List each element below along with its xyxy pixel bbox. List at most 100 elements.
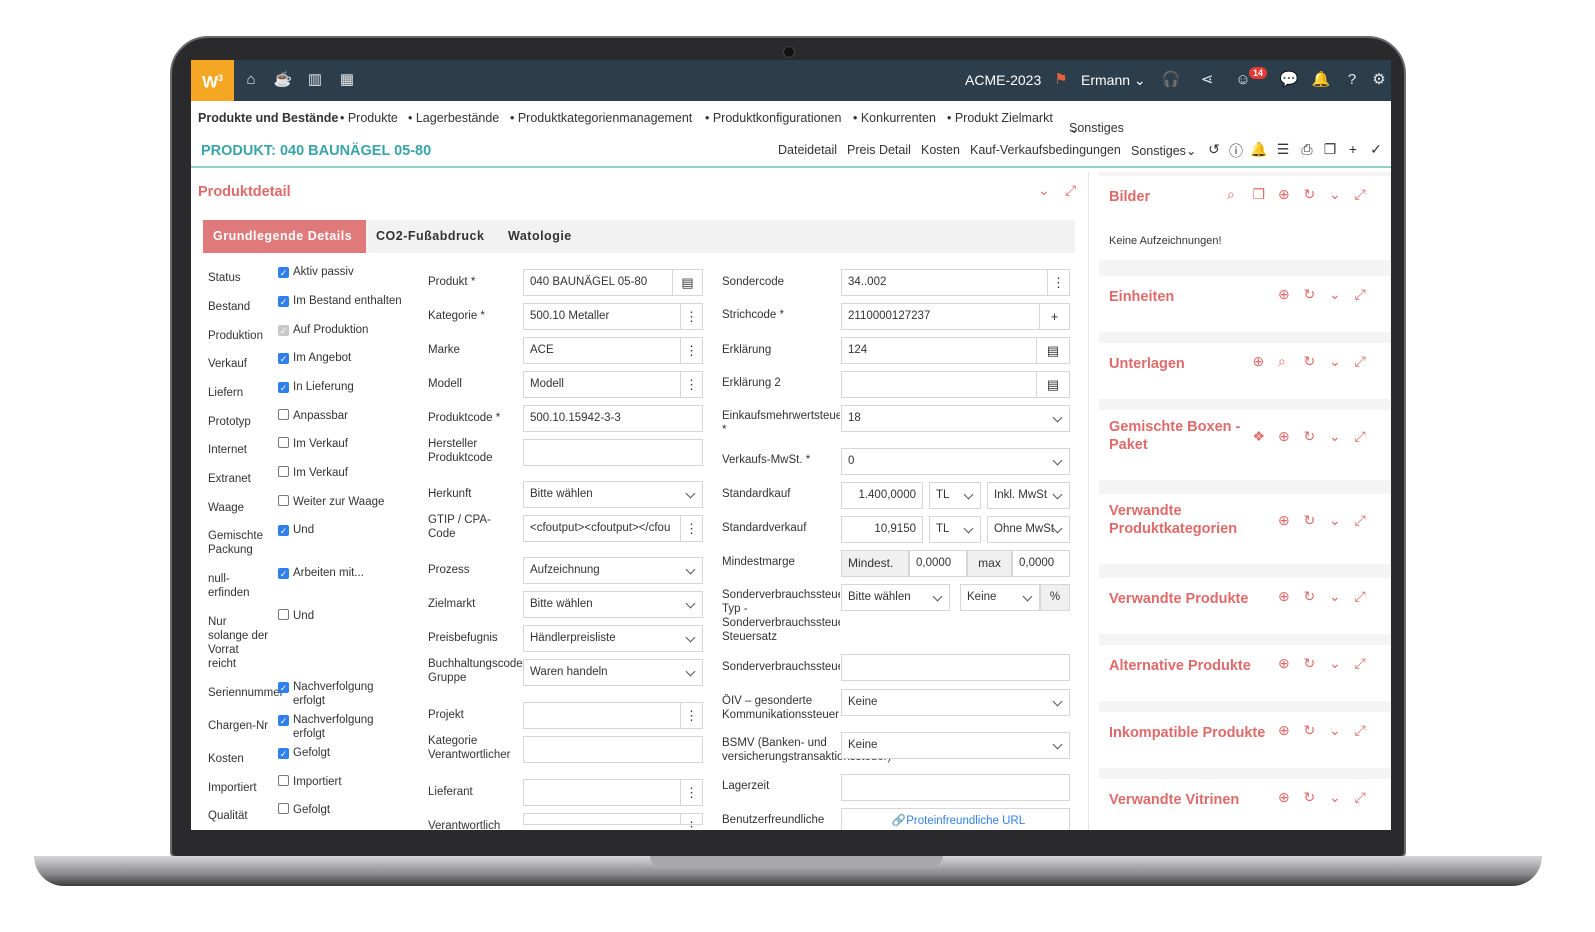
expand-icon[interactable]: ⤢ [1355,186,1366,203]
erklaerung-field[interactable]: 124 [841,337,1037,364]
expand-icon[interactable]: ⤢ [1355,428,1366,445]
add-circle-icon[interactable]: ⊕ [1278,512,1290,529]
dots-icon[interactable]: ⋮ [681,779,703,806]
flag-checkbox[interactable]: Und [278,523,314,537]
dots-icon[interactable]: ⋮ [681,371,703,398]
headset-icon[interactable]: 🎧 [1161,70,1181,90]
standardkauf-currency[interactable]: TL [929,482,981,509]
print-icon[interactable]: ⎙ [1298,141,1316,158]
plus-icon[interactable]: + [1040,303,1070,330]
flag-checkbox[interactable]: Weiter zur Waage [278,495,384,509]
dots-icon[interactable]: ⋮ [681,515,703,542]
field-input[interactable] [523,779,681,806]
add-circle-icon[interactable]: ⊕ [1278,655,1290,672]
dropbox-icon[interactable]: ❖ [1253,428,1266,445]
expand-icon[interactable]: ⤢ [1355,512,1366,529]
erklaerung2-field[interactable] [841,371,1037,398]
field-select[interactable]: Aufzeichnung [523,557,703,584]
expand-icon[interactable]: ⤢ [1355,722,1366,739]
nav-module[interactable]: Produkte und Bestände [198,111,338,125]
add-circle-icon[interactable]: ⊕ [1278,286,1290,303]
field-select[interactable]: Bitte wählen [523,481,703,508]
alarm-icon[interactable]: 🔔 [1250,141,1268,158]
standardverkauf-currency[interactable]: TL [929,516,981,543]
field-input[interactable]: 500.10.15942-3-3 [523,405,703,432]
flag-checkbox[interactable]: Anpassbar [278,409,348,423]
field-input[interactable]: ACE [523,337,681,364]
field-input[interactable]: 040 BAUNÄGEL 05-80 [523,269,673,296]
standardverkauf-field[interactable]: 10,9150 [841,516,923,543]
side-card-title[interactable]: Verwandte Produkte [1109,590,1248,608]
add-circle-icon[interactable]: ⊕ [1253,353,1265,370]
side-card-title[interactable]: Bilder [1109,188,1150,206]
flag-checkbox[interactable]: Gefolgt [278,803,330,817]
add-circle-icon[interactable]: ⊕ [1278,789,1290,806]
field-input[interactable]: <cfoutput><cfoutput></cfou [523,515,681,542]
collapse-icon[interactable]: ⌄ [1038,182,1050,199]
sonder-satz-select[interactable]: Keine [960,584,1040,611]
home-icon[interactable]: ⌂ [241,70,261,90]
link-sonstiges[interactable]: Sonstiges⌄ [1131,143,1196,158]
refresh-icon[interactable]: ↻ [1304,186,1316,203]
chat-icon[interactable]: 💬 [1279,70,1299,90]
field-input[interactable]: Modell [523,371,681,398]
sonder-typ-select[interactable]: Bitte wählen [841,584,950,611]
help-icon[interactable]: ? [1342,70,1362,90]
link-kosten[interactable]: Kosten [921,143,960,157]
side-card-title[interactable]: Gemischte Boxen - Paket [1109,418,1240,454]
friendly-url-field[interactable]: 🔗Proteinfreundliche URL [841,808,1070,830]
dots-icon[interactable]: ⋮ [681,813,703,830]
expand-icon[interactable]: ⤢ [1355,286,1366,303]
add-circle-icon[interactable]: ⊕ [1278,588,1290,605]
info-icon[interactable]: ⓘ [1227,141,1245,161]
collapse-icon[interactable]: ⌄ [1329,353,1341,370]
field-select[interactable]: Bitte wählen [523,591,703,618]
side-card-title[interactable]: Unterlagen [1109,355,1185,373]
nav-konkurrenten[interactable]: • Konkurrenten [853,111,936,125]
add-circle-icon[interactable]: ⊕ [1278,722,1290,739]
collapse-icon[interactable]: ⌄ [1329,588,1341,605]
flag-checkbox[interactable]: Im Angebot [278,351,351,365]
add-circle-icon[interactable]: ⊕ [1278,186,1290,203]
standardkauf-field[interactable]: 1.400,0000 [841,482,923,509]
field-select[interactable]: Händlerpreisliste [523,625,703,652]
expand-icon[interactable]: ⤢ [1355,353,1366,370]
tab-co2[interactable]: CO2-Fußabdruck [366,220,494,253]
user-menu[interactable]: Ermann ⌄ [1081,72,1146,89]
link-preis-detail[interactable]: Preis Detail [847,143,911,157]
flag-checkbox[interactable]: Nachverfolgung erfolgt [278,680,374,708]
flag-checkbox[interactable]: Nachverfolgung erfolgt [278,713,374,741]
collapse-icon[interactable]: ⌄ [1329,428,1341,445]
flag-icon[interactable]: ⚑ [1051,70,1071,90]
flag-checkbox[interactable]: Arbeiten mit... [278,566,364,580]
collapse-icon[interactable]: ⌄ [1329,286,1341,303]
tab-grundlegende-details[interactable]: Grundlegende Details [203,220,366,253]
flag-checkbox[interactable]: Im Bestand enthalten [278,294,402,308]
add-circle-icon[interactable]: ⊕ [1278,428,1290,445]
bsmv-select[interactable]: Keine [841,732,1070,759]
refresh-icon[interactable]: ↻ [1304,789,1316,806]
expand-icon[interactable]: ⤢ [1355,789,1366,806]
refresh-icon[interactable]: ↻ [1304,655,1316,672]
side-card-title[interactable]: Inkompatible Produkte [1109,724,1265,742]
strichcode-field[interactable]: 2110000127237 [841,303,1040,330]
friendly-url-link[interactable]: Proteinfreundliche URL [906,815,1025,827]
flag-checkbox[interactable]: Und [278,609,314,623]
standardverkauf-tax[interactable]: Ohne MwSt [987,516,1070,543]
side-card-title[interactable]: Alternative Produkte [1109,657,1251,675]
dots-icon[interactable]: ⋮ [681,337,703,364]
max-field[interactable]: 0,0000 [1012,550,1070,577]
expand-icon[interactable]: ⤢ [1355,655,1366,672]
bell-icon[interactable]: 🔔 [1311,70,1331,90]
field-select[interactable]: Waren handeln [523,659,703,686]
mindest-field[interactable]: 0,0000 [909,550,967,577]
app-logo[interactable]: W3 [191,60,234,101]
share-icon[interactable]: ⋖ [1197,70,1217,90]
refresh-icon[interactable]: ↻ [1304,286,1316,303]
oiv-select[interactable]: Keine [841,689,1070,716]
copy-icon[interactable]: ❐ [1321,141,1339,158]
link-kauf-verkauf[interactable]: Kauf-Verkaufsbedingungen [970,143,1121,157]
chart-icon[interactable]: ▥ [305,70,325,90]
copy-icon[interactable]: ❐ [1253,186,1266,203]
gear-icon[interactable]: ⚙ [1369,70,1389,90]
